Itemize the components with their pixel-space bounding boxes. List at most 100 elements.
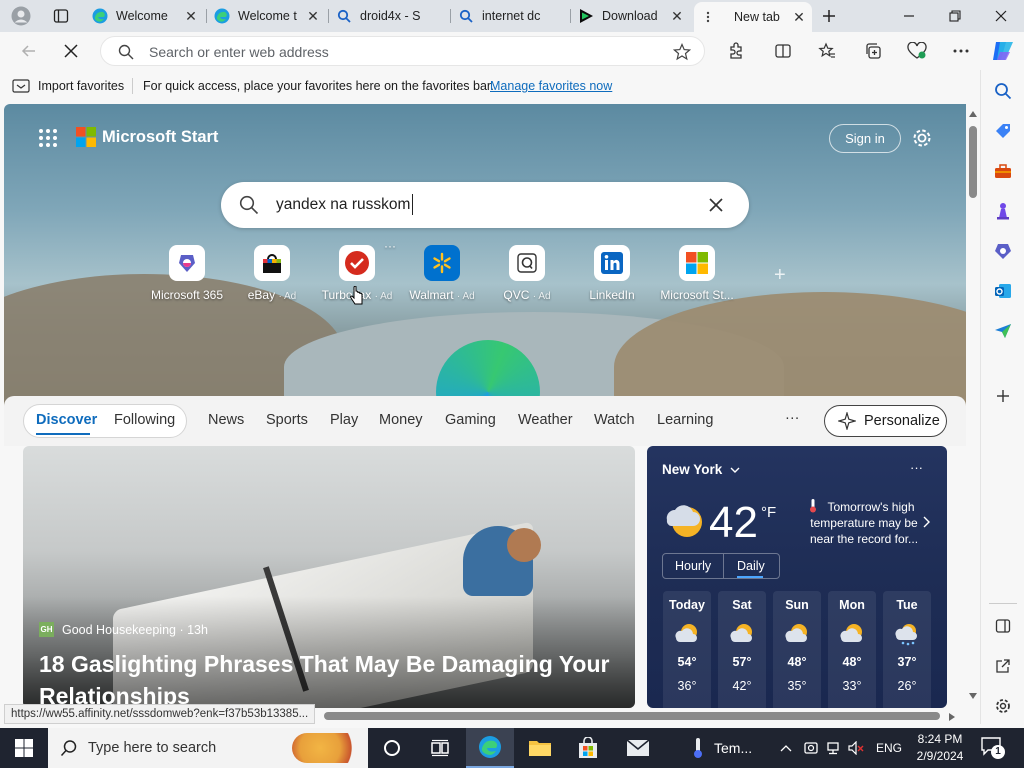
nav-gaming[interactable]: Gaming [445, 412, 496, 428]
forecast-day[interactable]: Sat 57° 42° [718, 591, 766, 708]
hourly-tab[interactable]: Hourly [675, 559, 711, 573]
start-button[interactable] [0, 728, 48, 768]
clear-search-icon[interactable] [709, 198, 723, 212]
camera-tray-icon[interactable] [804, 741, 818, 755]
task-view-button[interactable] [416, 728, 464, 768]
tab-3[interactable]: droid4x - S [330, 4, 448, 28]
sidebar-games-button[interactable] [981, 196, 1024, 226]
minimize-button[interactable] [886, 0, 932, 32]
close-tab-icon[interactable]: ✕ [184, 8, 198, 25]
forecast-day[interactable]: Tue 37° 26° [883, 591, 931, 708]
notification-center-button[interactable]: 1 [980, 736, 1005, 760]
temperature-unit[interactable]: °F [761, 504, 776, 521]
sign-in-button[interactable]: Sign in [829, 124, 901, 153]
quick-link-linkedin[interactable]: LinkedIn [570, 245, 654, 302]
taskbar-search-box[interactable]: Type here to search [48, 728, 368, 768]
sidebar-search-button[interactable] [981, 76, 1024, 106]
clock[interactable]: 8:24 PM 2/9/2024 [912, 731, 968, 765]
nav-learning[interactable]: Learning [657, 412, 713, 428]
favorites-button[interactable] [812, 36, 842, 66]
scrollbar-thumb[interactable] [969, 126, 977, 198]
weather-alert[interactable]: Tomorrow's high temperature may be near … [799, 499, 929, 547]
manage-favorites-link[interactable]: Manage favorites now [490, 79, 612, 93]
app-launcher-button[interactable] [38, 128, 58, 148]
nav-play[interactable]: Play [330, 412, 358, 428]
close-window-button[interactable] [978, 0, 1024, 32]
weather-more-icon[interactable]: ··· [910, 460, 923, 475]
store-taskbar-app[interactable] [564, 728, 612, 768]
cortana-button[interactable] [368, 728, 416, 768]
quick-link-microsoft-365[interactable]: Microsoft 365 [145, 245, 229, 302]
back-button[interactable] [14, 36, 44, 66]
nav-news[interactable]: News [208, 412, 244, 428]
tab-2[interactable]: Welcome t ✕ [208, 4, 326, 28]
file-explorer-taskbar-app[interactable] [516, 728, 564, 768]
sidebar-shopping-button[interactable] [981, 116, 1024, 146]
nav-watch[interactable]: Watch [594, 412, 635, 428]
close-tab-icon[interactable]: ✕ [306, 8, 320, 25]
tab-1[interactable]: Welcome ✕ [86, 4, 204, 28]
nav-discover[interactable]: Discover [36, 412, 97, 428]
tab-4[interactable]: internet dc [452, 4, 568, 28]
nav-more-button[interactable]: ··· [785, 410, 800, 426]
nav-weather[interactable]: Weather [518, 412, 573, 428]
stop-loading-button[interactable] [56, 36, 86, 66]
nav-money[interactable]: Money [379, 412, 423, 428]
nav-sports[interactable]: Sports [266, 412, 308, 428]
tab-actions-button[interactable] [48, 4, 74, 28]
restore-button[interactable] [932, 0, 978, 32]
forecast-day[interactable]: Mon 48° 33° [828, 591, 876, 708]
scroll-up-icon[interactable] [968, 110, 978, 118]
quick-link-microsoft-store[interactable]: Microsoft St... [655, 245, 739, 302]
favorite-star-icon[interactable] [673, 43, 691, 61]
sidebar-drop-button[interactable] [981, 316, 1024, 346]
quick-link-qvc[interactable]: QVC · Ad [485, 245, 569, 302]
import-favorites-button[interactable]: Import favorites [12, 78, 124, 94]
nav-following[interactable]: Following [114, 412, 175, 428]
weather-card[interactable]: New York ··· 42 °F Tomorrow's high tempe… [647, 446, 947, 708]
sidebar-hide-button[interactable] [981, 611, 1024, 641]
article-headline[interactable]: 18 Gaslighting Phrases That May Be Damag… [39, 648, 619, 708]
quick-link-walmart[interactable]: Walmart · Ad [400, 245, 484, 302]
settings-more-button[interactable] [946, 36, 976, 66]
web-search-box[interactable]: yandex na russkom [221, 182, 749, 228]
new-tab-button[interactable] [816, 4, 842, 28]
forecast-day[interactable]: Today 54° 36° [663, 591, 711, 708]
edge-taskbar-app[interactable] [466, 728, 514, 768]
horizontal-scrollbar-thumb[interactable] [324, 712, 940, 720]
split-screen-button[interactable] [768, 36, 798, 66]
sidebar-settings-button[interactable] [981, 691, 1024, 721]
profile-button[interactable] [8, 4, 34, 28]
scroll-right-icon[interactable] [948, 712, 956, 722]
ms-start-logo[interactable]: Microsoft Start [76, 127, 218, 147]
language-indicator[interactable]: ENG [876, 741, 902, 755]
page-settings-button[interactable] [910, 126, 934, 150]
article-card[interactable]: GH Good Housekeeping · 13h 18 Gaslightin… [23, 446, 635, 708]
sidebar-tools-button[interactable] [981, 156, 1024, 186]
close-tab-icon[interactable]: ✕ [792, 9, 806, 26]
quick-link-more-icon[interactable]: ··· [384, 239, 396, 253]
close-tab-icon[interactable]: ✕ [670, 8, 684, 25]
tab-6-active[interactable]: New tab ✕ [694, 2, 812, 32]
sidebar-add-button[interactable] [981, 381, 1024, 411]
sidebar-m365-button[interactable] [981, 236, 1024, 266]
chevron-right-icon[interactable] [923, 516, 930, 528]
address-bar[interactable]: Search or enter web address [100, 36, 705, 66]
weather-widget[interactable]: Tem... [692, 728, 752, 768]
daily-tab[interactable]: Daily [737, 559, 765, 573]
scroll-down-icon[interactable] [968, 692, 978, 700]
vertical-scrollbar[interactable] [966, 104, 980, 708]
network-icon[interactable] [826, 741, 840, 755]
volume-muted-icon[interactable] [848, 741, 864, 755]
extensions-button[interactable] [721, 36, 751, 66]
copilot-button[interactable] [988, 36, 1018, 66]
chevron-up-icon[interactable] [780, 744, 792, 752]
sidebar-open-external-button[interactable] [981, 651, 1024, 681]
tab-5[interactable]: Download ✕ [572, 4, 690, 28]
forecast-day[interactable]: Sun 48° 35° [773, 591, 821, 708]
add-quick-link-button[interactable]: + [774, 264, 786, 287]
article-source[interactable]: GH Good Housekeeping · 13h [39, 622, 208, 637]
personalize-button[interactable]: Personalize [824, 405, 947, 437]
search-query-text[interactable]: yandex na russkom [276, 196, 410, 214]
weather-location[interactable]: New York [662, 462, 740, 477]
